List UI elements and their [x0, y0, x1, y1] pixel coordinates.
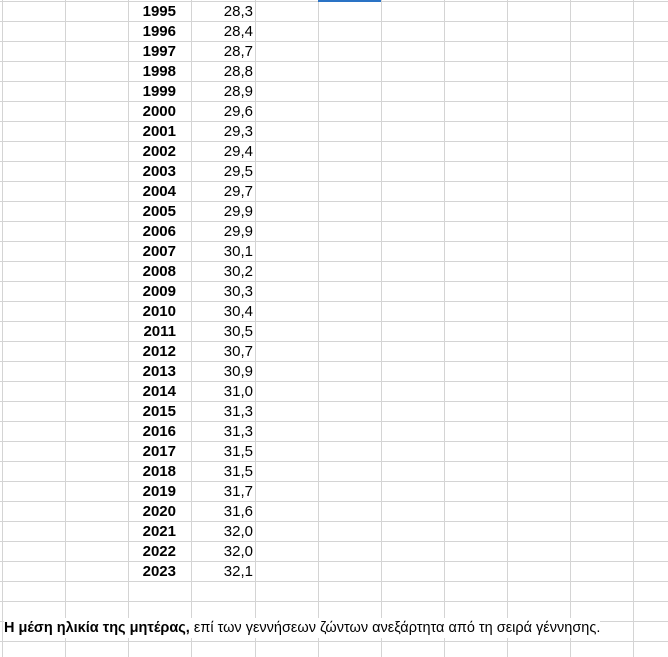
table-row: 2004 29,7 — [0, 182, 668, 202]
table-row: 1998 28,8 — [0, 62, 668, 82]
year-cell[interactable]: 1995 — [128, 2, 190, 22]
table-row: 2015 31,3 — [0, 402, 668, 422]
year-cell[interactable]: 2018 — [128, 462, 190, 482]
year-cell[interactable]: 2005 — [128, 202, 190, 222]
footnote-cell[interactable]: Η μέση ηλικία της μητέρας, επί των γεννή… — [4, 618, 601, 638]
table-row: 2018 31,5 — [0, 462, 668, 482]
mean-age-cell[interactable]: 32,1 — [192, 562, 254, 582]
mean-age-cell[interactable]: 30,7 — [192, 342, 254, 362]
footnote-text: επί των γεννήσεων ζώντων ανεξάρτητα από … — [189, 620, 601, 636]
year-cell[interactable]: 2002 — [128, 142, 190, 162]
year-cell[interactable]: 2019 — [128, 482, 190, 502]
table-row: 2001 29,3 — [0, 122, 668, 142]
table-row: 1999 28,9 — [0, 82, 668, 102]
mean-age-cell[interactable]: 29,3 — [192, 122, 254, 142]
mean-age-cell[interactable]: 29,9 — [192, 202, 254, 222]
mean-age-cell[interactable]: 30,3 — [192, 282, 254, 302]
mean-age-cell[interactable]: 31,6 — [192, 502, 254, 522]
table-row: 2006 29,9 — [0, 222, 668, 242]
year-cell[interactable]: 2004 — [128, 182, 190, 202]
mean-age-cell[interactable]: 28,4 — [192, 22, 254, 42]
row-gridline — [0, 641, 668, 642]
mean-age-cell[interactable]: 29,7 — [192, 182, 254, 202]
table-row: 2012 30,7 — [0, 342, 668, 362]
mean-age-cell[interactable]: 28,7 — [192, 42, 254, 62]
spreadsheet-grid[interactable]: 1995 28,3 1996 28,4 1997 28,7 1998 28,8 1999 28,9… — [0, 0, 668, 657]
table-row: 2013 30,9 — [0, 362, 668, 382]
table-row: 1997 28,7 — [0, 42, 668, 62]
mean-age-cell[interactable]: 31,7 — [192, 482, 254, 502]
year-cell[interactable]: 2021 — [128, 522, 190, 542]
year-cell[interactable]: 2022 — [128, 542, 190, 562]
year-cell[interactable]: 1996 — [128, 22, 190, 42]
table-row: 2007 30,1 — [0, 242, 668, 262]
mean-age-cell[interactable]: 30,1 — [192, 242, 254, 262]
table-row: 2020 31,6 — [0, 502, 668, 522]
table-row: 2002 29,4 — [0, 142, 668, 162]
table-row: 2010 30,4 — [0, 302, 668, 322]
table-row: 2005 29,9 — [0, 202, 668, 222]
mean-age-cell[interactable]: 31,3 — [192, 422, 254, 442]
year-cell[interactable]: 2009 — [128, 282, 190, 302]
mean-age-cell[interactable]: 28,3 — [192, 2, 254, 22]
year-cell[interactable]: 2001 — [128, 122, 190, 142]
mean-age-cell[interactable]: 30,9 — [192, 362, 254, 382]
year-cell[interactable]: 2015 — [128, 402, 190, 422]
table-row: 2000 29,6 — [0, 102, 668, 122]
year-cell[interactable]: 2012 — [128, 342, 190, 362]
table-row: 2019 31,7 — [0, 482, 668, 502]
table-row: 2023 32,1 — [0, 562, 668, 582]
mean-age-cell[interactable]: 32,0 — [192, 542, 254, 562]
table-row: 2011 30,5 — [0, 322, 668, 342]
row-gridline — [0, 601, 668, 602]
mean-age-cell[interactable]: 30,4 — [192, 302, 254, 322]
mean-age-cell[interactable]: 28,9 — [192, 82, 254, 102]
mean-age-cell[interactable]: 31,3 — [192, 402, 254, 422]
mean-age-cell[interactable]: 29,4 — [192, 142, 254, 162]
mean-age-cell[interactable]: 31,5 — [192, 442, 254, 462]
year-cell[interactable]: 1998 — [128, 62, 190, 82]
year-cell[interactable]: 2016 — [128, 422, 190, 442]
mean-age-cell[interactable]: 29,5 — [192, 162, 254, 182]
table-row: 2014 31,0 — [0, 382, 668, 402]
footnote-bold-text: Η μέση ηλικία της μητέρας, — [4, 620, 190, 636]
mean-age-cell[interactable]: 31,5 — [192, 462, 254, 482]
year-cell[interactable]: 2013 — [128, 362, 190, 382]
year-cell[interactable]: 2003 — [128, 162, 190, 182]
mean-age-cell[interactable]: 30,2 — [192, 262, 254, 282]
year-cell[interactable]: 2000 — [128, 102, 190, 122]
mean-age-cell[interactable]: 29,6 — [192, 102, 254, 122]
table-row: 2021 32,0 — [0, 522, 668, 542]
year-cell[interactable]: 2010 — [128, 302, 190, 322]
table-row: 2009 30,3 — [0, 282, 668, 302]
table-row: 2022 32,0 — [0, 542, 668, 562]
table-row: 2017 31,5 — [0, 442, 668, 462]
mean-age-cell[interactable]: 31,0 — [192, 382, 254, 402]
year-cell[interactable]: 2020 — [128, 502, 190, 522]
table-row: 2003 29,5 — [0, 162, 668, 182]
mean-age-cell[interactable]: 30,5 — [192, 322, 254, 342]
mean-age-cell[interactable]: 29,9 — [192, 222, 254, 242]
year-cell[interactable]: 1999 — [128, 82, 190, 102]
table-row: 2008 30,2 — [0, 262, 668, 282]
year-cell[interactable]: 2023 — [128, 562, 190, 582]
year-cell[interactable]: 2014 — [128, 382, 190, 402]
table-row: 1995 28,3 — [0, 2, 668, 22]
year-cell[interactable]: 2008 — [128, 262, 190, 282]
mean-age-cell[interactable]: 32,0 — [192, 522, 254, 542]
year-cell[interactable]: 1997 — [128, 42, 190, 62]
table-row: 2016 31,3 — [0, 422, 668, 442]
year-cell[interactable]: 2007 — [128, 242, 190, 262]
year-cell[interactable]: 2017 — [128, 442, 190, 462]
year-cell[interactable]: 2011 — [128, 322, 190, 342]
year-cell[interactable]: 2006 — [128, 222, 190, 242]
mean-age-cell[interactable]: 28,8 — [192, 62, 254, 82]
table-row: 1996 28,4 — [0, 22, 668, 42]
